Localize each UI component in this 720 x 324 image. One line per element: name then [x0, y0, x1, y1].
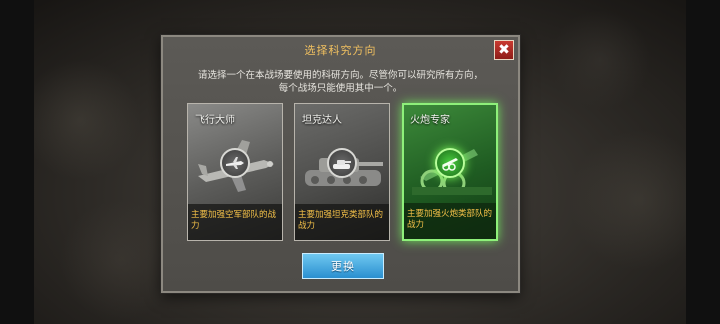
card-name-air: 飞行大师	[195, 115, 235, 126]
dialog-description: 请选择一个在本战场要使用的科研方向。尽管你可以研究所有方向， 每个战场只能使用其…	[163, 69, 518, 95]
tank-icon	[327, 148, 357, 178]
research-card-air[interactable]: 飞行大师 主要加强空军部队的战力	[187, 103, 283, 241]
card-name-tank: 坦克达人	[302, 115, 342, 126]
dialog-title: 选择科究方向	[304, 44, 377, 57]
airplane-icon	[220, 148, 250, 178]
research-card-tank[interactable]: 坦克达人 主要加强坦克类部队的战力	[294, 103, 390, 241]
card-desc-tank: 主要加强坦克类部队的战力	[295, 204, 389, 240]
research-card-artillery[interactable]: 火炮专家 主要加强火炮类部队的战力	[402, 103, 498, 241]
change-button[interactable]: 更换	[302, 253, 384, 279]
description-line-2: 每个战场只能使用其中一个。	[278, 83, 403, 94]
card-name-artillery: 火炮专家	[410, 115, 450, 126]
close-button[interactable]: ✖	[494, 40, 514, 60]
description-line-1: 请选择一个在本战场要使用的科研方向。尽管你可以研究所有方向，	[197, 70, 483, 81]
dialog-title-bar: 选择科究方向	[163, 37, 518, 63]
card-desc-air: 主要加强空军部队的战力	[188, 204, 282, 240]
card-desc-artillery: 主要加强火炮类部队的战力	[404, 203, 496, 239]
artillery-icon	[435, 148, 465, 178]
research-direction-dialog: 选择科究方向 ✖ 请选择一个在本战场要使用的科研方向。尽管你可以研究所有方向， …	[161, 35, 520, 293]
screen-edge-left	[0, 0, 34, 324]
screen-edge-right	[686, 0, 720, 324]
close-icon: ✖	[498, 42, 510, 58]
